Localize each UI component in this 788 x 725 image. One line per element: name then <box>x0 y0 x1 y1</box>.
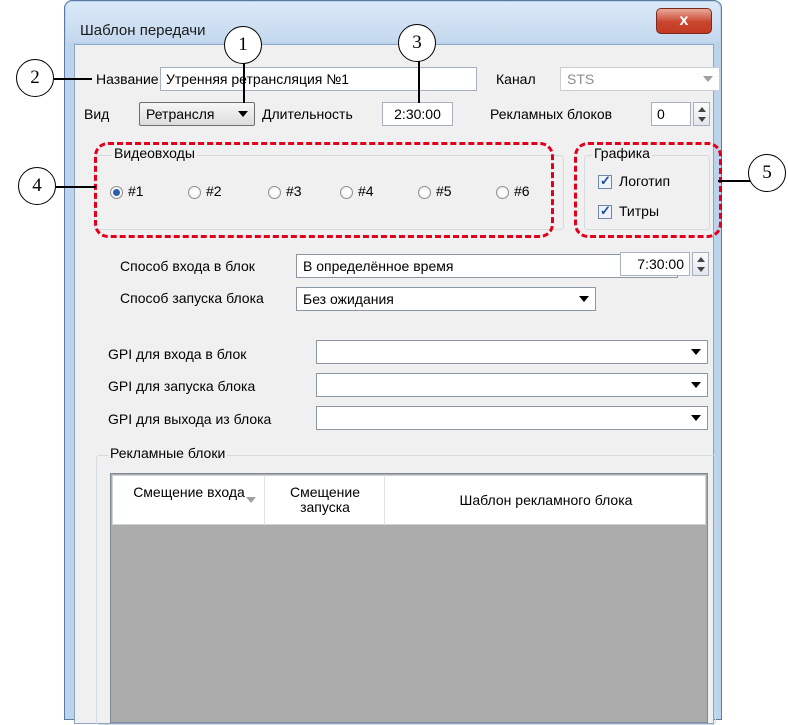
callout-1: 1 <box>224 26 262 64</box>
chevron-down-icon <box>703 76 713 82</box>
callout-4: 4 <box>18 167 56 205</box>
ad-blocks-count-input[interactable]: 0 <box>651 102 691 126</box>
entry-method-value: В определённое время <box>303 258 454 274</box>
sort-descending-icon <box>246 497 256 503</box>
entry-method-label: Способ входа в блок <box>120 258 255 274</box>
type-value: Ретрансля <box>146 106 215 122</box>
entry-time-input[interactable]: 7:30:00 <box>620 252 690 276</box>
chevron-down-icon <box>691 349 701 355</box>
start-method-combo[interactable]: Без ожидания <box>296 287 596 311</box>
highlight-graphics <box>574 142 722 238</box>
column-header-template[interactable]: Шаблон рекламного блока <box>386 493 706 508</box>
callout-5: 5 <box>748 154 786 192</box>
leader-line-4 <box>56 186 96 188</box>
start-method-value: Без ожидания <box>303 291 394 307</box>
ad-blocks-spinner[interactable] <box>693 102 710 126</box>
chevron-down-icon <box>238 111 248 117</box>
channel-combo: STS <box>560 67 720 91</box>
column-divider <box>384 475 385 525</box>
window-title: Шаблон передачи <box>80 22 206 39</box>
close-button[interactable]: x <box>656 8 712 34</box>
leader-line-2 <box>54 78 92 80</box>
column-header-start-offset[interactable]: Смещение запуска <box>266 485 384 515</box>
duration-label: Длительность <box>262 106 353 122</box>
spin-up-icon[interactable] <box>698 107 706 112</box>
leader-line-3 <box>418 60 420 103</box>
highlight-video-inputs <box>94 142 554 238</box>
gpi-entry-label: GPI для входа в блок <box>108 346 247 362</box>
name-input[interactable]: Утренняя ретрансляция №1 <box>160 67 477 91</box>
gpi-exit-combo[interactable] <box>316 406 708 430</box>
column-divider <box>264 475 265 525</box>
type-combo[interactable]: Ретрансля <box>139 102 255 126</box>
gpi-exit-label: GPI для выхода из блока <box>108 411 272 427</box>
leader-line-5 <box>718 180 752 182</box>
gpi-start-combo[interactable] <box>316 373 708 397</box>
ad-blocks-title: Рекламные блоки <box>108 445 228 461</box>
column-header-entry-offset[interactable]: Смещение входа <box>114 485 264 500</box>
callout-3: 3 <box>398 24 436 62</box>
spin-down-icon[interactable] <box>698 117 706 122</box>
callout-2: 2 <box>16 59 54 97</box>
chevron-down-icon <box>691 415 701 421</box>
chevron-down-icon <box>691 382 701 388</box>
gpi-start-label: GPI для запуска блока <box>108 378 256 394</box>
spin-down-icon[interactable] <box>697 267 705 272</box>
gpi-entry-combo[interactable] <box>316 340 708 364</box>
ad-blocks-count-label: Рекламных блоков <box>490 106 613 122</box>
duration-input[interactable]: 2:30:00 <box>382 102 453 126</box>
type-label: Вид <box>84 106 110 122</box>
entry-time-spinner[interactable] <box>692 252 709 276</box>
chevron-down-icon <box>579 296 589 302</box>
channel-value: STS <box>567 71 595 87</box>
name-label: Название <box>96 71 159 87</box>
spin-up-icon[interactable] <box>697 257 705 262</box>
channel-label: Канал <box>496 71 536 87</box>
start-method-label: Способ запуска блока <box>120 290 264 306</box>
